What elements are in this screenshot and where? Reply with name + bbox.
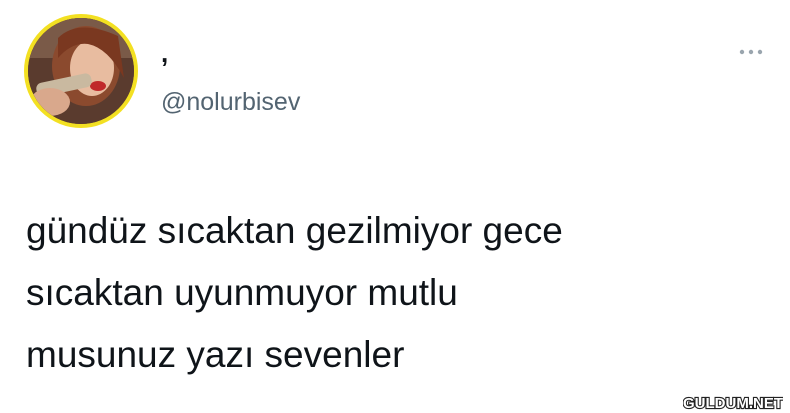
svg-text:GULDUM.NET: GULDUM.NET [683,395,783,412]
watermark-logo: GULDUM.NET [683,394,783,412]
tweet-card: , @nolurbisev gündüz sıcaktan gezilmiyor… [0,0,790,413]
display-name[interactable]: , [161,38,168,68]
user-handle[interactable]: @nolurbisev [161,87,300,117]
avatar[interactable] [24,14,138,128]
more-options-icon[interactable] [736,44,766,60]
tweet-text: gündüz sıcaktan gezilmiyor gece sıcaktan… [26,210,563,375]
profile-photo-icon [28,18,134,124]
